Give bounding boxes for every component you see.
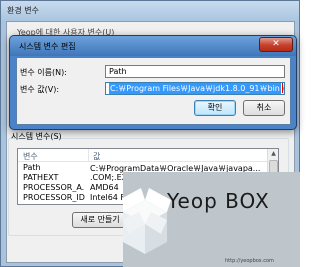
scroll-up-arrow-icon[interactable]: ▲ [269, 149, 278, 159]
variable-value-rest-text: ( [283, 84, 284, 93]
system-vars-label: 시스템 변수(S) [11, 132, 62, 141]
variable-value-label: 변수 값(V): [20, 85, 60, 94]
column-header-variable[interactable]: 변수 [23, 151, 38, 162]
row-variable-name: PATHEXT [23, 173, 59, 182]
variable-value-selected-text: C:￦Program Files￦Java￦jdk1.8.0_91￦bin [109, 83, 281, 94]
variable-name-label: 변수 이름(N): [20, 68, 67, 77]
edit-ok-button[interactable]: 확인 [194, 100, 236, 116]
box-logo-icon [119, 188, 171, 254]
yeopbox-watermark [119, 172, 300, 267]
column-header-value[interactable]: 값 [93, 151, 100, 162]
watermark-text: Yeop BOX [167, 189, 270, 213]
system-vars-table-header: 변수 값 [18, 149, 268, 162]
edit-dialog-titlebar[interactable]: 시스템 변수 편집 ✕ [10, 36, 296, 56]
row-variable-name: PROCESSOR_ID... [23, 193, 85, 202]
variable-name-text: Path [109, 67, 127, 76]
close-icon[interactable]: ✕ [259, 37, 293, 52]
row-variable-name: Path [23, 163, 41, 172]
column-divider[interactable] [88, 149, 89, 162]
row-variable-name: PROCESSOR_A... [23, 183, 85, 192]
watermark-url: http://yeopbox.com [225, 258, 274, 264]
variable-name-input[interactable]: Path [105, 65, 285, 78]
new-system-variable-button[interactable]: 새로 만들기 [72, 212, 128, 228]
env-window-titlebar: 환경 변수 [1, 1, 299, 21]
edit-dialog-title: 시스템 변수 편집 [19, 42, 76, 51]
variable-value-input[interactable]: C:￦Program Files￦Java￦jdk1.8.0_91￦bin( [105, 82, 285, 95]
edit-cancel-button[interactable]: 취소 [243, 100, 285, 116]
env-window-title: 환경 변수 [7, 6, 39, 15]
